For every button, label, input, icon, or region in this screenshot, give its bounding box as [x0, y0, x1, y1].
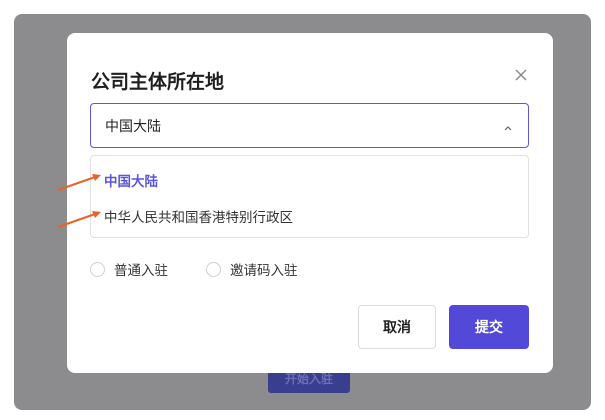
submit-button[interactable]: 提交: [449, 305, 529, 349]
annotation-arrow-icon: [57, 174, 101, 191]
close-icon[interactable]: [512, 66, 530, 84]
annotation-arrow-icon: [57, 211, 101, 228]
location-dropdown-menu: 中国大陆 中华人民共和国香港特别行政区: [90, 155, 529, 238]
radio-label: 普通入驻: [114, 263, 168, 279]
radio-circle[interactable]: [90, 261, 105, 277]
radio-normal-onboarding[interactable]: 普通入驻: [90, 259, 168, 279]
radio-label: 邀请码入驻: [230, 263, 298, 279]
location-dialog: 公司主体所在地 中国大陆 中国大陆 中华人民共和国香港特别行政区 普通入驻 邀请…: [67, 33, 553, 373]
select-value: 中国大陆: [105, 119, 161, 135]
option-hong-kong[interactable]: 中华人民共和国香港特别行政区: [104, 206, 293, 226]
option-mainland-china[interactable]: 中国大陆: [104, 170, 158, 190]
dialog-title: 公司主体所在地: [91, 71, 225, 93]
cancel-button[interactable]: 取消: [358, 305, 436, 349]
chevron-up-icon: [502, 119, 514, 131]
radio-circle[interactable]: [206, 261, 221, 277]
radio-invite-code-onboarding[interactable]: 邀请码入驻: [206, 259, 298, 279]
location-select[interactable]: 中国大陆: [90, 103, 529, 148]
